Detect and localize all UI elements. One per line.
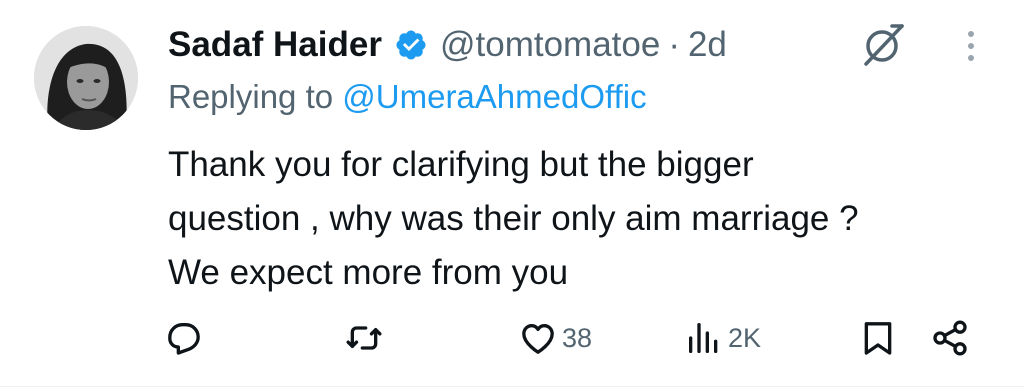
bookmark-icon [864,322,892,355]
share-icon [933,320,967,356]
grok-icon[interactable] [858,20,908,70]
views-count: 2K [728,322,762,353]
views-icon [689,323,718,353]
verified-badge-icon[interactable] [394,28,428,62]
like-count: 38 [562,322,593,353]
separator-dot: · [668,25,680,64]
tweet-time[interactable]: 2d [688,25,727,65]
author-handle[interactable]: @tomtomatoe [440,25,660,65]
author-name[interactable]: Sadaf Haider [168,25,382,65]
replying-to-prefix: Replying to [168,78,343,115]
share-button[interactable] [930,310,970,366]
like-button[interactable]: 38 [518,310,592,366]
divider [0,386,1024,387]
replying-to: Replying to @UmeraAhmedOffic [168,78,647,116]
reply-icon [168,323,200,355]
retweet-button[interactable] [344,310,384,366]
tweet-text: Thank you for clarifying but the bigger … [168,138,988,300]
avatar[interactable] [34,26,138,130]
heart-icon [522,324,554,354]
more-options-icon[interactable] [956,26,986,66]
reply-mention-link[interactable]: @UmeraAhmedOffic [342,78,646,115]
tweet-header: Sadaf Haider @tomtomatoe · 2d [168,20,727,70]
views-button[interactable]: 2K [684,310,761,366]
reply-button[interactable] [164,310,204,366]
bookmark-button[interactable] [858,310,898,366]
tweet[interactable]: Sadaf Haider @tomtomatoe · 2d Replying t… [0,0,1024,390]
tweet-text-line: We expect more from you [168,253,569,292]
action-bar: 38 2K [0,310,1024,366]
tweet-text-line: Thank you for clarifying but the bigger [168,145,754,184]
retweet-icon [346,326,382,350]
tweet-text-line: question , why was their only aim marria… [168,199,859,238]
